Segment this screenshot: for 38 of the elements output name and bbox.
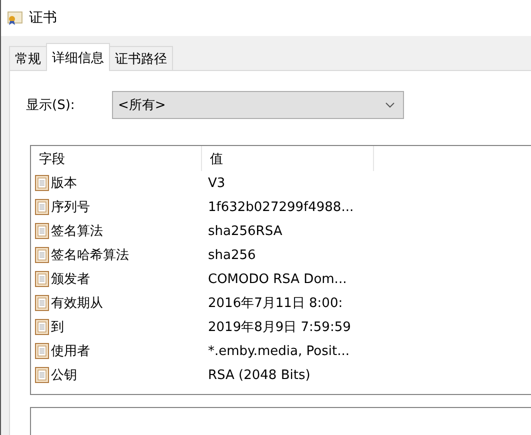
field-value: 1f632b027299f4988...	[207, 200, 354, 214]
document-icon	[35, 175, 49, 191]
field-value: COMODO RSA Dom...	[207, 272, 347, 286]
column-header[interactable]: 值	[202, 146, 374, 171]
document-icon	[35, 367, 49, 383]
field-name: 到	[51, 319, 64, 336]
field-name: 版本	[51, 175, 77, 192]
document-icon	[35, 295, 49, 311]
certificate-icon	[7, 10, 23, 26]
chevron-down-icon	[385, 102, 395, 108]
tab[interactable]: 常规	[9, 46, 47, 70]
document-icon	[35, 199, 49, 215]
field-value: *.emby.media, Posit...	[207, 344, 350, 358]
document-icon	[35, 319, 49, 335]
fields-list[interactable]: 字段 值 版本 V3 序列号 1f632b027299f4988... 签名算法 sha256RSA 签名哈希算法 sha256 颁发者 COMODO RSA Dom... 有效期从 2016年7月11日 8:00: 到 2019年8月9日 7:59:59 使用者 *.emby.media, Posit... 公钥 RSA (2048 Bits)	[30, 145, 531, 395]
field-name: 公钥	[51, 367, 77, 384]
field-value: V3	[207, 176, 226, 190]
field-name: 有效期从	[51, 295, 103, 312]
document-icon	[35, 343, 49, 359]
tab[interactable]: 证书路径	[109, 46, 173, 70]
window-title: 证书	[29, 9, 57, 27]
field-value: sha256RSA	[207, 224, 282, 238]
field-value: sha256	[207, 248, 256, 262]
show-label: 显示(S):	[26, 97, 76, 114]
field-value: 2016年7月11日 8:00:	[207, 295, 343, 312]
document-icon	[35, 223, 49, 239]
field-value: RSA (2048 Bits)	[207, 368, 310, 382]
show-dropdown[interactable]: <所有>	[112, 91, 404, 119]
field-name: 签名哈希算法	[51, 247, 129, 264]
field-name: 签名算法	[51, 223, 103, 240]
column-header[interactable]: 字段	[31, 146, 202, 171]
document-icon	[35, 271, 49, 287]
field-name: 使用者	[51, 343, 90, 360]
tab[interactable]: 详细信息	[46, 43, 110, 71]
document-icon	[35, 247, 49, 263]
field-name: 序列号	[51, 199, 90, 216]
field-name: 颁发者	[51, 271, 90, 288]
field-value: 2019年8月9日 7:59:59	[207, 319, 351, 336]
